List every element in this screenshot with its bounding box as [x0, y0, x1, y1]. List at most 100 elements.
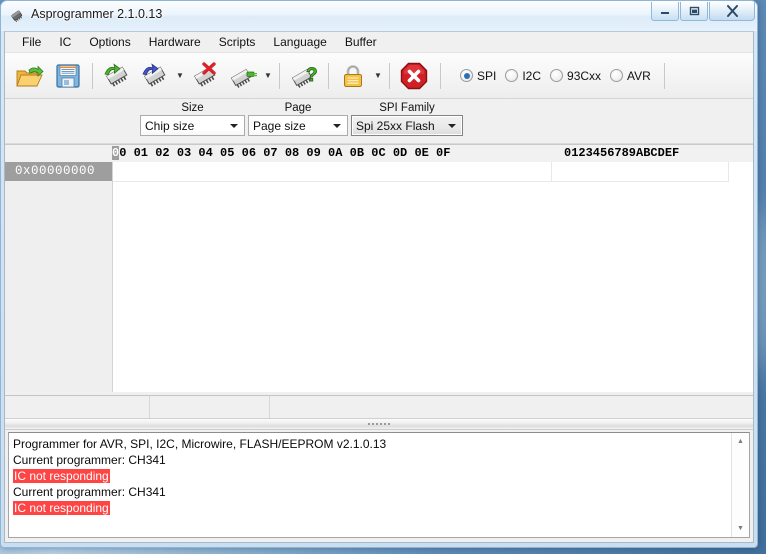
chip-write-icon — [142, 62, 166, 87]
radio-label-i2c: I2C — [522, 68, 542, 83]
log-line-text: Current programmer: CH341 — [13, 453, 166, 467]
log-line: Current programmer: CH341 — [13, 484, 727, 500]
log-panel[interactable]: Programmer for AVR, SPI, I2C, Microwire,… — [8, 432, 750, 538]
hex-editor[interactable]: 00 01 02 03 04 05 06 07 08 09 0A 0B 0C 0… — [5, 144, 753, 392]
write-ic-button[interactable] — [136, 57, 174, 95]
toolbar: ▼ ▼ ? ▼ SPI I2C 93Cxx AVR — [5, 53, 753, 99]
menu-item-file[interactable]: File — [13, 33, 50, 52]
maximize-icon — [689, 6, 699, 16]
log-line-error: IC not responding — [13, 468, 727, 484]
chevron-down-icon — [230, 123, 238, 128]
open-folder-icon — [16, 65, 44, 86]
toolbar-separator — [279, 62, 280, 89]
chip-read-icon — [104, 62, 128, 87]
svg-text:?: ? — [306, 65, 318, 86]
menu-item-language[interactable]: Language — [264, 33, 335, 52]
chip-size-label: Size — [181, 102, 204, 114]
minimize-button[interactable] — [651, 2, 679, 21]
toolbar-separator — [440, 62, 441, 89]
panel-splitter[interactable] — [5, 418, 753, 430]
radio-label-avr: AVR — [627, 68, 651, 83]
hex-body[interactable] — [113, 162, 753, 392]
status-bar — [5, 395, 753, 420]
menu-item-options[interactable]: Options — [80, 33, 139, 52]
hex-byte-row[interactable] — [113, 162, 552, 182]
hex-header-remaining-cols: 0 01 02 03 04 05 06 07 08 09 0A 0B 0C 0D… — [119, 146, 451, 160]
spi-family-label: SPI Family — [379, 102, 435, 114]
chevron-down-icon — [333, 123, 341, 128]
save-file-button[interactable] — [49, 57, 87, 95]
log-text: Programmer for AVR, SPI, I2C, Microwire,… — [9, 433, 731, 537]
menu-item-ic[interactable]: IC — [50, 33, 80, 52]
hex-ascii-row[interactable] — [551, 162, 729, 182]
open-file-button[interactable] — [11, 57, 49, 95]
menu-item-buffer[interactable]: Buffer — [336, 33, 386, 52]
radio-option-93cxx[interactable]: 93Cxx — [550, 69, 601, 83]
close-button[interactable] — [709, 2, 755, 21]
padlock-icon — [344, 64, 362, 87]
radio-option-i2c[interactable]: I2C — [505, 69, 541, 83]
menu-bar: File IC Options Hardware Scripts Languag… — [5, 32, 753, 53]
toolbar-separator — [328, 62, 329, 89]
spi-family-value: Spi 25xx Flash — [356, 118, 435, 133]
hex-address-gutter: 0x00000000 — [5, 162, 113, 392]
log-line-text: Programmer for AVR, SPI, I2C, Microwire,… — [13, 437, 387, 451]
log-line-text: IC not responding — [13, 501, 110, 515]
toolbar-separator — [663, 62, 665, 89]
menu-item-hardware[interactable]: Hardware — [140, 33, 210, 52]
page-size-value: Page size — [253, 118, 306, 133]
protocol-radio-group: SPI I2C 93Cxx AVR — [460, 57, 660, 95]
chip-size-combo[interactable]: Chip size — [140, 115, 245, 136]
chip-detect-icon: ? — [291, 64, 318, 88]
status-pane-3 — [270, 396, 753, 420]
verify-ic-dropdown-arrow[interactable]: ▼ — [262, 57, 274, 95]
minimize-icon — [660, 11, 669, 14]
scroll-up-icon[interactable]: ▲ — [732, 433, 749, 450]
detect-ic-button[interactable]: ? — [285, 57, 323, 95]
write-ic-dropdown-arrow[interactable]: ▼ — [174, 57, 186, 95]
chip-size-value: Chip size — [145, 118, 195, 133]
log-line: Current programmer: CH341 — [13, 452, 727, 468]
verify-ic-button[interactable] — [224, 57, 262, 95]
stop-button[interactable] — [395, 57, 433, 95]
chip-verify-icon — [230, 68, 257, 88]
page-size-combo[interactable]: Page size — [248, 115, 348, 136]
status-pane-1 — [5, 396, 150, 420]
log-line-error: IC not responding — [13, 500, 727, 516]
radio-label-spi: SPI — [477, 68, 497, 83]
radio-option-avr[interactable]: AVR — [610, 69, 651, 83]
log-line: Programmer for AVR, SPI, I2C, Microwire,… — [13, 436, 727, 452]
log-scrollbar[interactable]: ▲ ▼ — [731, 433, 749, 537]
toolbar-separator — [389, 62, 390, 89]
scroll-down-icon[interactable]: ▼ — [732, 520, 749, 537]
stop-octagon-icon — [400, 62, 428, 89]
chevron-down-icon — [448, 123, 456, 128]
selector-bar: Size Chip size Page Page size SPI Family… — [5, 99, 753, 144]
chip-erase-icon — [194, 61, 216, 87]
log-line-text: IC not responding — [13, 469, 110, 483]
erase-ic-button[interactable] — [186, 57, 224, 95]
radio-indicator-avr — [610, 69, 624, 82]
title-bar[interactable]: Asprogrammer 2.1.0.13 — [1, 1, 757, 31]
page-size-label: Page — [284, 102, 312, 114]
menu-item-scripts[interactable]: Scripts — [210, 33, 265, 52]
radio-indicator-93cxx — [550, 69, 564, 82]
status-pane-2 — [150, 396, 270, 420]
hex-ascii-header: 0123456789ABCDEF — [564, 146, 680, 160]
spi-family-combo[interactable]: Spi 25xx Flash — [351, 115, 463, 136]
chip-size-group: Size Chip size — [140, 101, 245, 136]
close-icon — [726, 5, 738, 17]
log-line-text: Current programmer: CH341 — [13, 485, 166, 499]
lock-button[interactable] — [334, 57, 372, 95]
radio-indicator-i2c — [505, 69, 519, 82]
hex-address-row: 0x00000000 — [5, 162, 112, 181]
toolbar-separator — [92, 62, 93, 89]
maximize-button[interactable] — [680, 2, 708, 21]
hex-column-headers: 00 01 02 03 04 05 06 07 08 09 0A 0B 0C 0… — [5, 145, 753, 163]
radio-option-spi[interactable]: SPI — [460, 69, 496, 83]
window-title: Asprogrammer 2.1.0.13 — [31, 7, 163, 21]
floppy-disk-icon — [56, 63, 80, 88]
lock-dropdown-arrow[interactable]: ▼ — [372, 57, 384, 95]
read-ic-button[interactable] — [98, 57, 136, 95]
application-window: Asprogrammer 2.1.0.13 File IC Options Ha… — [0, 0, 758, 548]
